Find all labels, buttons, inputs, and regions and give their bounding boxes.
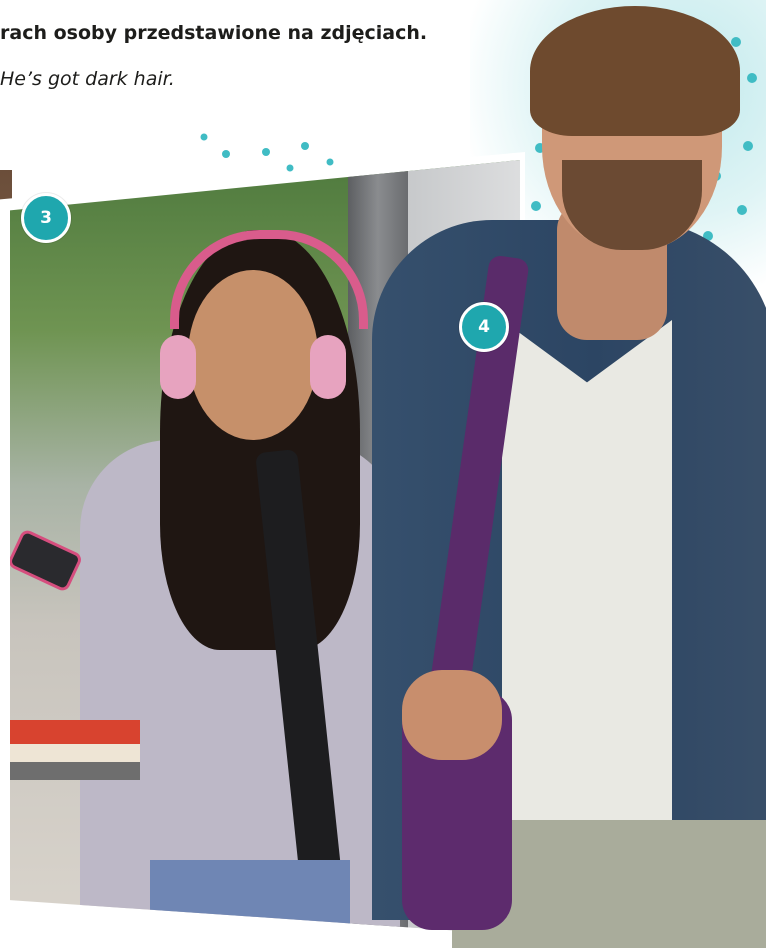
example-sentence: He’s got dark hair. [0, 68, 175, 90]
mobile-phone [10, 527, 84, 594]
photo-number-badge-4: 4 [459, 302, 509, 352]
headphone-cup-right [310, 335, 346, 399]
hand [402, 670, 502, 760]
photo-4-man-with-bag [362, 0, 766, 948]
headphone-cup-left [160, 335, 196, 399]
brown-hair [530, 6, 740, 136]
books [10, 720, 140, 780]
white-t-shirt [502, 320, 672, 840]
photo-number-badge-3: 3 [21, 193, 71, 243]
headphones [170, 230, 368, 329]
